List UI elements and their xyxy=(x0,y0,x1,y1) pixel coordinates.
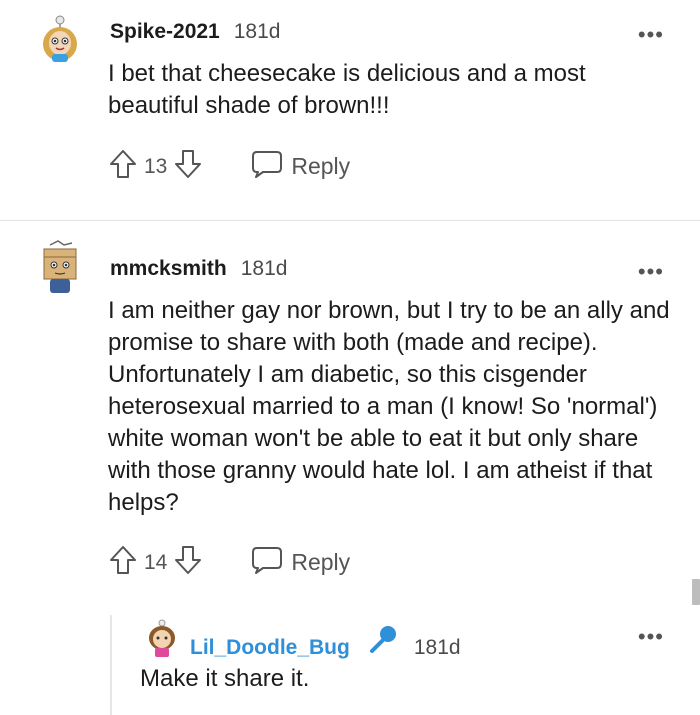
comment-age: 181d xyxy=(233,20,281,43)
reply-label: Reply xyxy=(291,549,351,575)
avatar[interactable] xyxy=(38,14,82,62)
reply-lil-doodle-bug: Lil_Doodle_Bug 181d ••• Make it share it… xyxy=(0,610,700,715)
downvote-icon[interactable] xyxy=(173,148,203,185)
comment-meta: mmcksmith 181d xyxy=(110,257,287,281)
comment-text: Make it share it. xyxy=(140,665,310,692)
reply-button[interactable]: Reply xyxy=(251,545,350,580)
comment-meta: Spike-2021 181d xyxy=(110,20,280,44)
more-options-icon[interactable]: ••• xyxy=(638,24,664,46)
reply-bubble-icon xyxy=(251,545,283,580)
username[interactable]: mmcksmith xyxy=(110,257,227,281)
comment-actions: 14 Reply xyxy=(108,544,350,581)
reply-button[interactable]: Reply xyxy=(251,149,350,184)
comment-age: 181d xyxy=(413,636,461,659)
more-options-icon[interactable]: ••• xyxy=(638,626,664,648)
downvote-icon[interactable] xyxy=(173,544,203,581)
reply-bubble-icon xyxy=(251,149,283,184)
comment-spike-2021: Spike-2021 181d ••• I bet that cheesecak… xyxy=(0,0,700,220)
microphone-icon xyxy=(368,624,398,659)
upvote-icon[interactable] xyxy=(108,544,138,581)
username[interactable]: Spike-2021 xyxy=(110,20,220,44)
vote-count: 13 xyxy=(144,154,168,178)
reply-label: Reply xyxy=(291,153,351,179)
vote-count: 14 xyxy=(144,550,168,574)
comment-text: I bet that cheesecake is delicious and a… xyxy=(108,60,586,119)
username[interactable]: Lil_Doodle_Bug xyxy=(190,636,350,660)
comment-meta: Lil_Doodle_Bug 181d xyxy=(190,624,461,660)
comment-age: 181d xyxy=(240,257,288,280)
comment-actions: 13 Reply xyxy=(108,148,350,185)
scrollbar-thumb[interactable] xyxy=(692,579,700,605)
comment-text: I am neither gay nor brown, but I try to… xyxy=(108,297,670,516)
avatar[interactable] xyxy=(146,618,178,658)
comment-mmcksmith: mmcksmith 181d ••• I am neither gay nor … xyxy=(0,221,700,611)
avatar[interactable] xyxy=(38,239,82,293)
more-options-icon[interactable]: ••• xyxy=(638,261,664,283)
upvote-icon[interactable] xyxy=(108,148,138,185)
